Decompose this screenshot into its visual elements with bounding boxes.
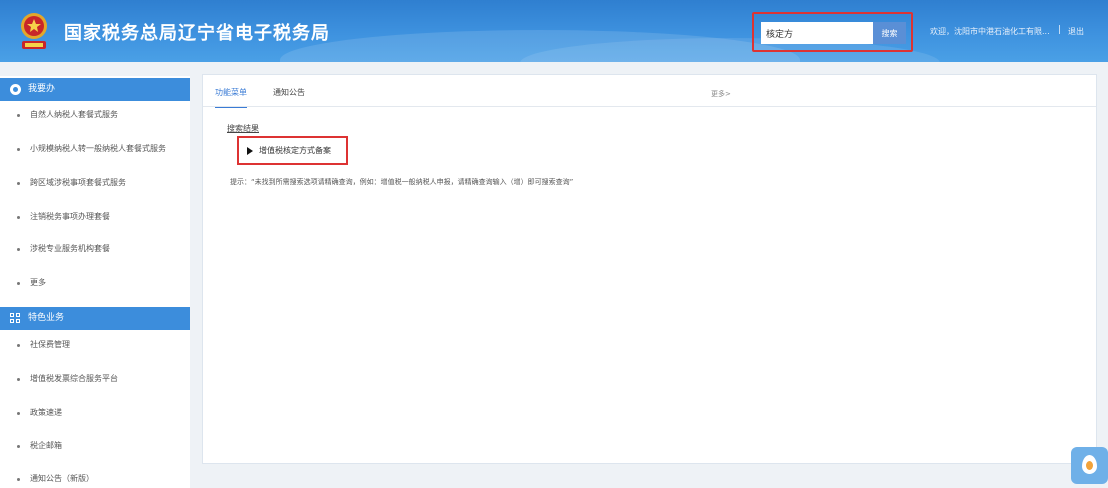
sidebar-item[interactable]: 自然人纳税人套餐式服务: [0, 108, 190, 122]
grid-icon: [10, 313, 21, 324]
search-result-heading: 搜索结果: [227, 124, 259, 133]
sidebar-item-label: 小规模纳税人转一般纳税人套餐式服务: [30, 144, 166, 153]
sidebar-item[interactable]: 增值税发票综合服务平台: [0, 372, 190, 386]
main-panel: 功能菜单 通知公告 更多> 搜索结果 增值税核定方式备案 提示：“未找到所需搜索…: [202, 74, 1097, 464]
assistant-float-button[interactable]: [1071, 447, 1108, 484]
sidebar-section-title: 特色业务: [28, 313, 65, 323]
sidebar: 我要办 自然人纳税人套餐式服务 小规模纳税人转一般纳税人套餐式服务 跨区域涉税事…: [0, 76, 190, 488]
tab-notices[interactable]: 通知公告: [273, 87, 305, 98]
sidebar-item-label: 通知公告（新版）: [30, 474, 94, 483]
tab-divider: [203, 106, 1096, 107]
bullet-icon: [17, 478, 20, 481]
sidebar-item-label: 涉税专业服务机构套餐: [30, 244, 110, 253]
search-button[interactable]: 搜索: [873, 22, 906, 44]
sidebar-item-more[interactable]: 更多: [0, 276, 190, 290]
bullet-icon: [17, 248, 20, 251]
bullet-icon: [17, 412, 20, 415]
tab-function-menu[interactable]: 功能菜单: [215, 87, 247, 108]
search-result-link[interactable]: 增值税核定方式备案: [259, 145, 331, 156]
sidebar-item[interactable]: 社保费管理: [0, 338, 190, 352]
bullet-icon: [17, 282, 20, 285]
sidebar-section-title: 我要办: [28, 84, 56, 94]
bullet-icon: [17, 216, 20, 219]
top-header: 国家税务总局辽宁省电子税务局 搜索 欢迎，沈阳市中港石油化工有限... | 退出: [0, 0, 1108, 62]
sidebar-item-label: 税企邮箱: [30, 441, 62, 450]
search-area: 搜索: [752, 12, 913, 52]
search-result-highlight: 增值税核定方式备案: [237, 136, 348, 165]
sidebar-item[interactable]: 通知公告（新版）: [0, 472, 190, 486]
search-input[interactable]: [761, 22, 873, 44]
sidebar-item[interactable]: 税企邮箱: [0, 439, 190, 453]
sidebar-section-header[interactable]: 特色业务: [0, 307, 190, 330]
sidebar-item-label: 增值税发票综合服务平台: [30, 374, 118, 383]
bullet-icon: [17, 114, 20, 117]
sidebar-item[interactable]: 跨区域涉税事项套餐式服务: [0, 176, 190, 190]
header-separator: |: [1058, 25, 1062, 35]
bullet-icon: [17, 344, 20, 347]
sidebar-item-label: 自然人纳税人套餐式服务: [30, 110, 118, 119]
logout-link[interactable]: 退出: [1068, 26, 1084, 37]
more-link[interactable]: 更多>: [711, 89, 731, 99]
bullet-icon: [17, 148, 20, 151]
sidebar-item-label: 注销税务事项办理套餐: [30, 212, 110, 221]
record-icon: [10, 84, 21, 95]
bullet-icon: [17, 182, 20, 185]
droplet-icon: [1082, 455, 1097, 474]
bullet-icon: [17, 445, 20, 448]
sidebar-item[interactable]: 小规模纳税人转一般纳税人套餐式服务: [0, 142, 190, 156]
sidebar-item[interactable]: 政策速递: [0, 406, 190, 420]
site-title: 国家税务总局辽宁省电子税务局: [64, 23, 330, 44]
play-triangle-icon: [247, 147, 253, 155]
welcome-text[interactable]: 欢迎，沈阳市中港石油化工有限...: [930, 26, 1050, 37]
sidebar-item-label: 跨区域涉税事项套餐式服务: [30, 178, 126, 187]
sidebar-item[interactable]: 注销税务事项办理套餐: [0, 210, 190, 224]
bullet-icon: [17, 378, 20, 381]
sidebar-item-label: 更多: [30, 278, 46, 287]
sidebar-item-label: 政策速递: [30, 408, 62, 417]
search-tip: 提示：“未找到所需搜索选项请精确查询，例如：增值税一般纳税人申报，请精确查询输入…: [230, 178, 574, 186]
sidebar-section-header[interactable]: 我要办: [0, 78, 190, 101]
sidebar-item-label: 社保费管理: [30, 340, 70, 349]
tax-emblem-icon: [21, 13, 47, 49]
sidebar-item[interactable]: 涉税专业服务机构套餐: [0, 242, 190, 256]
